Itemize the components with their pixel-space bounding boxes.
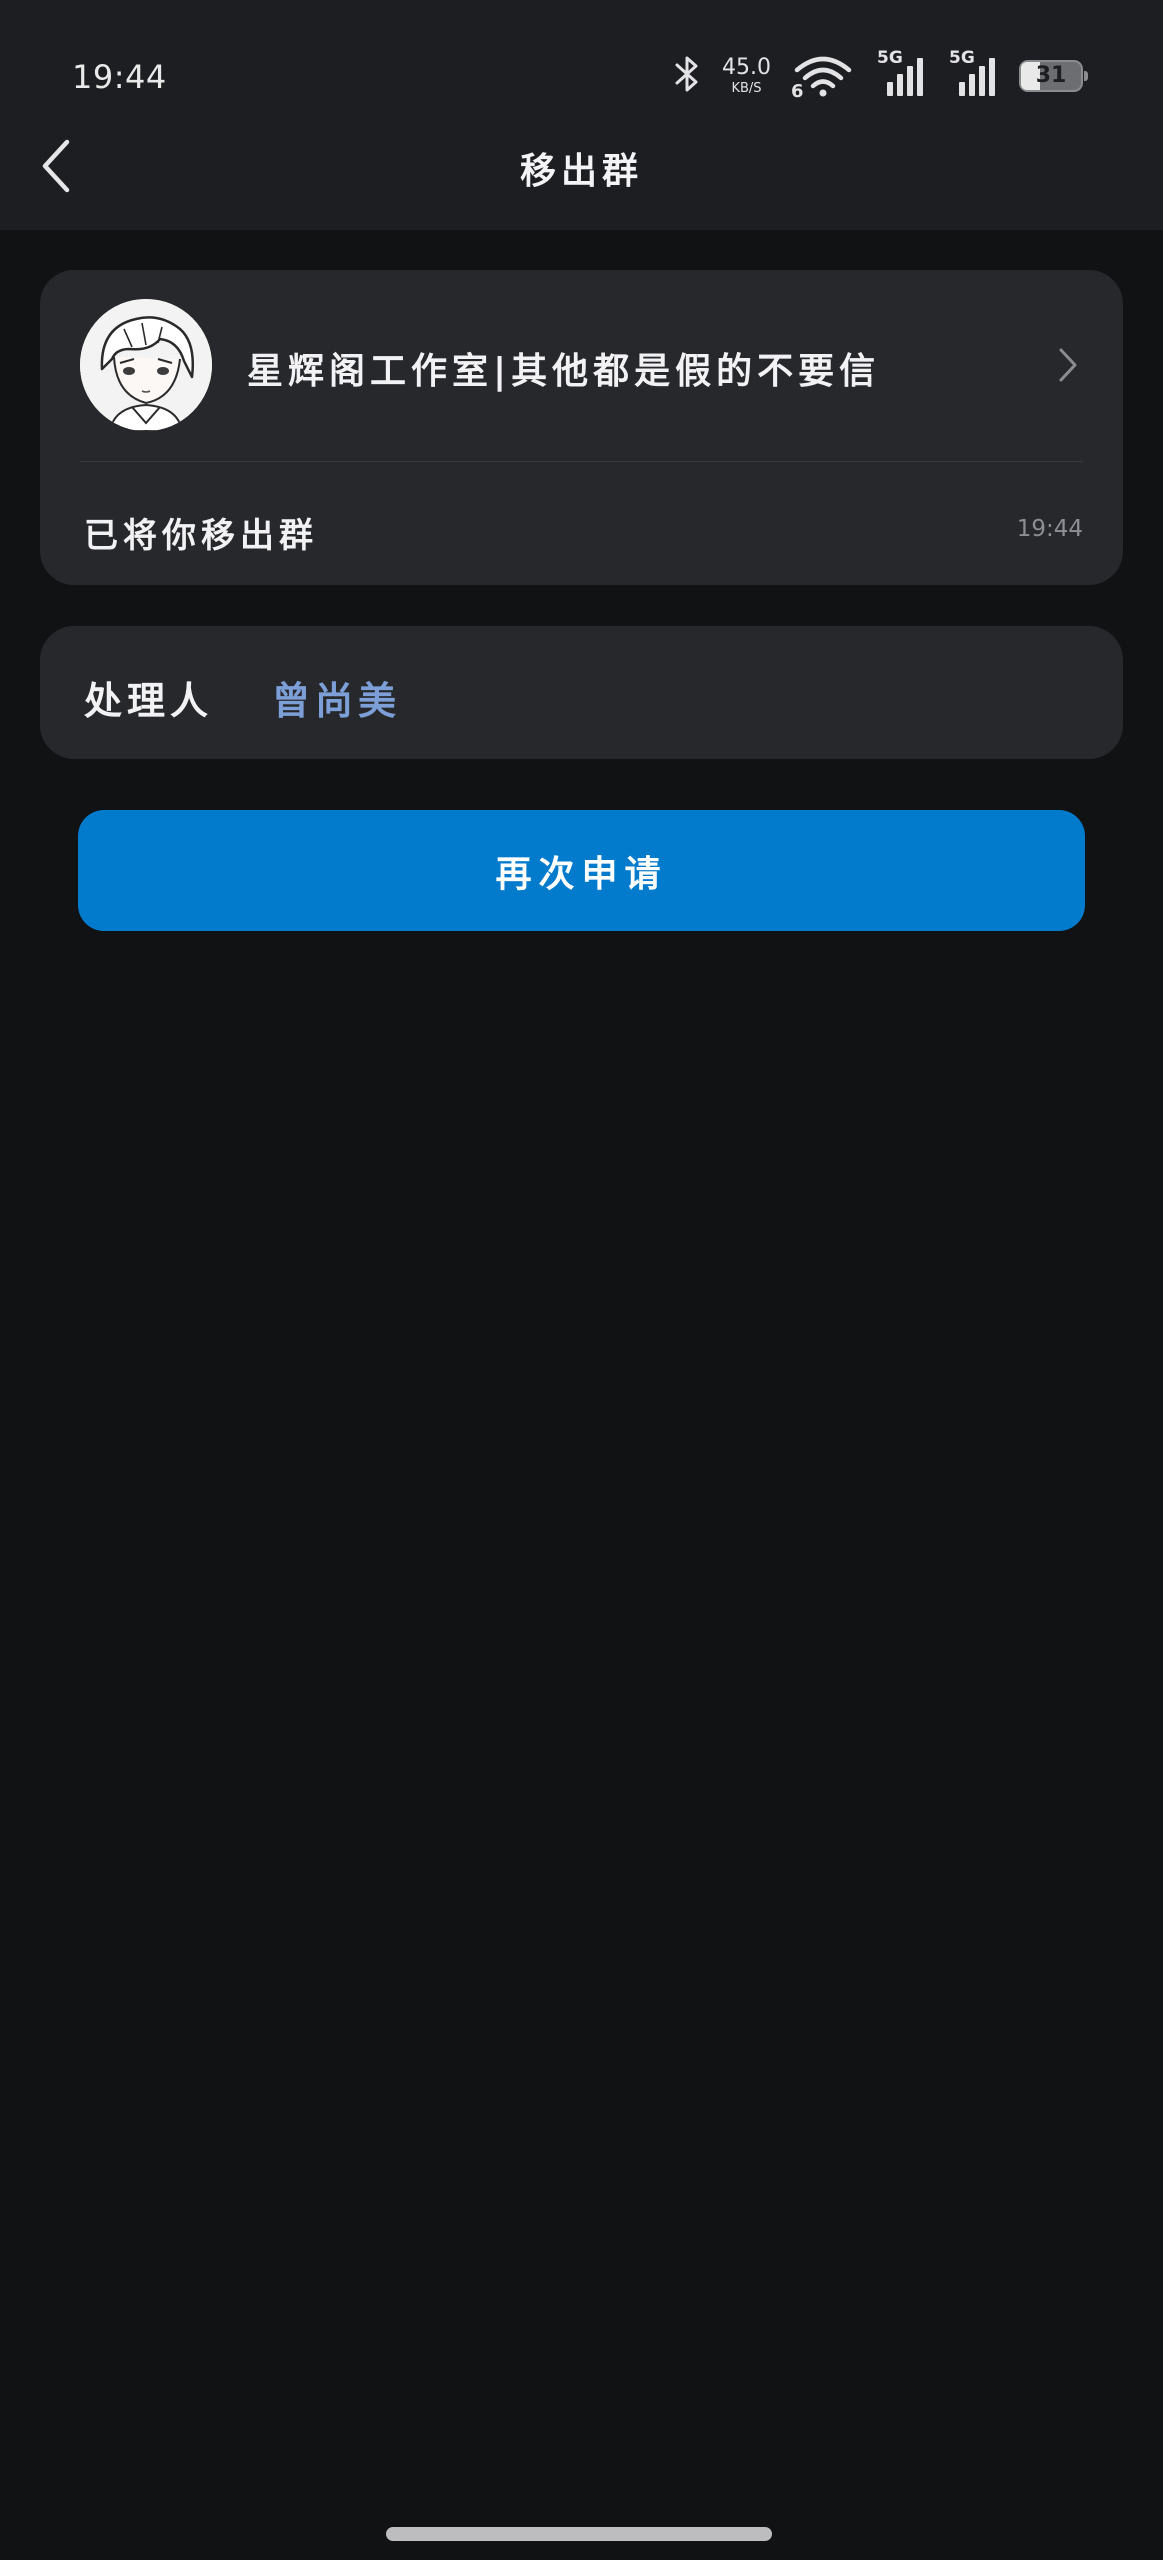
signal-icon: 5G (947, 48, 997, 98)
page-title: 移出群 (519, 151, 643, 192)
group-avatar (80, 299, 212, 431)
home-indicator[interactable] (386, 2527, 772, 2541)
removal-message: 已将你移出群 (84, 516, 318, 556)
network-speed: 45.0 KB/S (722, 55, 771, 96)
divider (80, 461, 1083, 462)
handler-name-link[interactable]: 曾尚美 (272, 670, 401, 725)
group-info-row[interactable]: 星辉阁工作室|其他都是假的不要信 (40, 270, 1123, 462)
top-bar: 19:44 45.0 KB/S 6 5G 5G 31 移出群 (0, 0, 1163, 230)
signal-icon: 5G (875, 48, 925, 98)
handler-label: 处理人 (84, 679, 214, 723)
chevron-right-icon (1057, 346, 1079, 388)
reapply-button[interactable]: 再次申请 (78, 810, 1085, 931)
group-card: 星辉阁工作室|其他都是假的不要信 已将你移出群 19:44 (40, 270, 1123, 585)
wifi-icon: 6 (791, 54, 853, 102)
handler-card: 处理人 曾尚美 (40, 626, 1123, 759)
battery-icon: 31 (1019, 60, 1088, 92)
group-name: 星辉阁工作室|其他都是假的不要信 (247, 351, 881, 392)
bluetooth-icon (674, 54, 700, 98)
message-time: 19:44 (1016, 516, 1083, 542)
wifi-band-label: 6 (791, 81, 804, 102)
status-icons: 45.0 KB/S 6 5G 5G 31 (674, 48, 1088, 104)
status-time: 19:44 (72, 58, 167, 96)
battery-level: 31 (1035, 63, 1067, 88)
anime-avatar-icon (80, 299, 212, 431)
